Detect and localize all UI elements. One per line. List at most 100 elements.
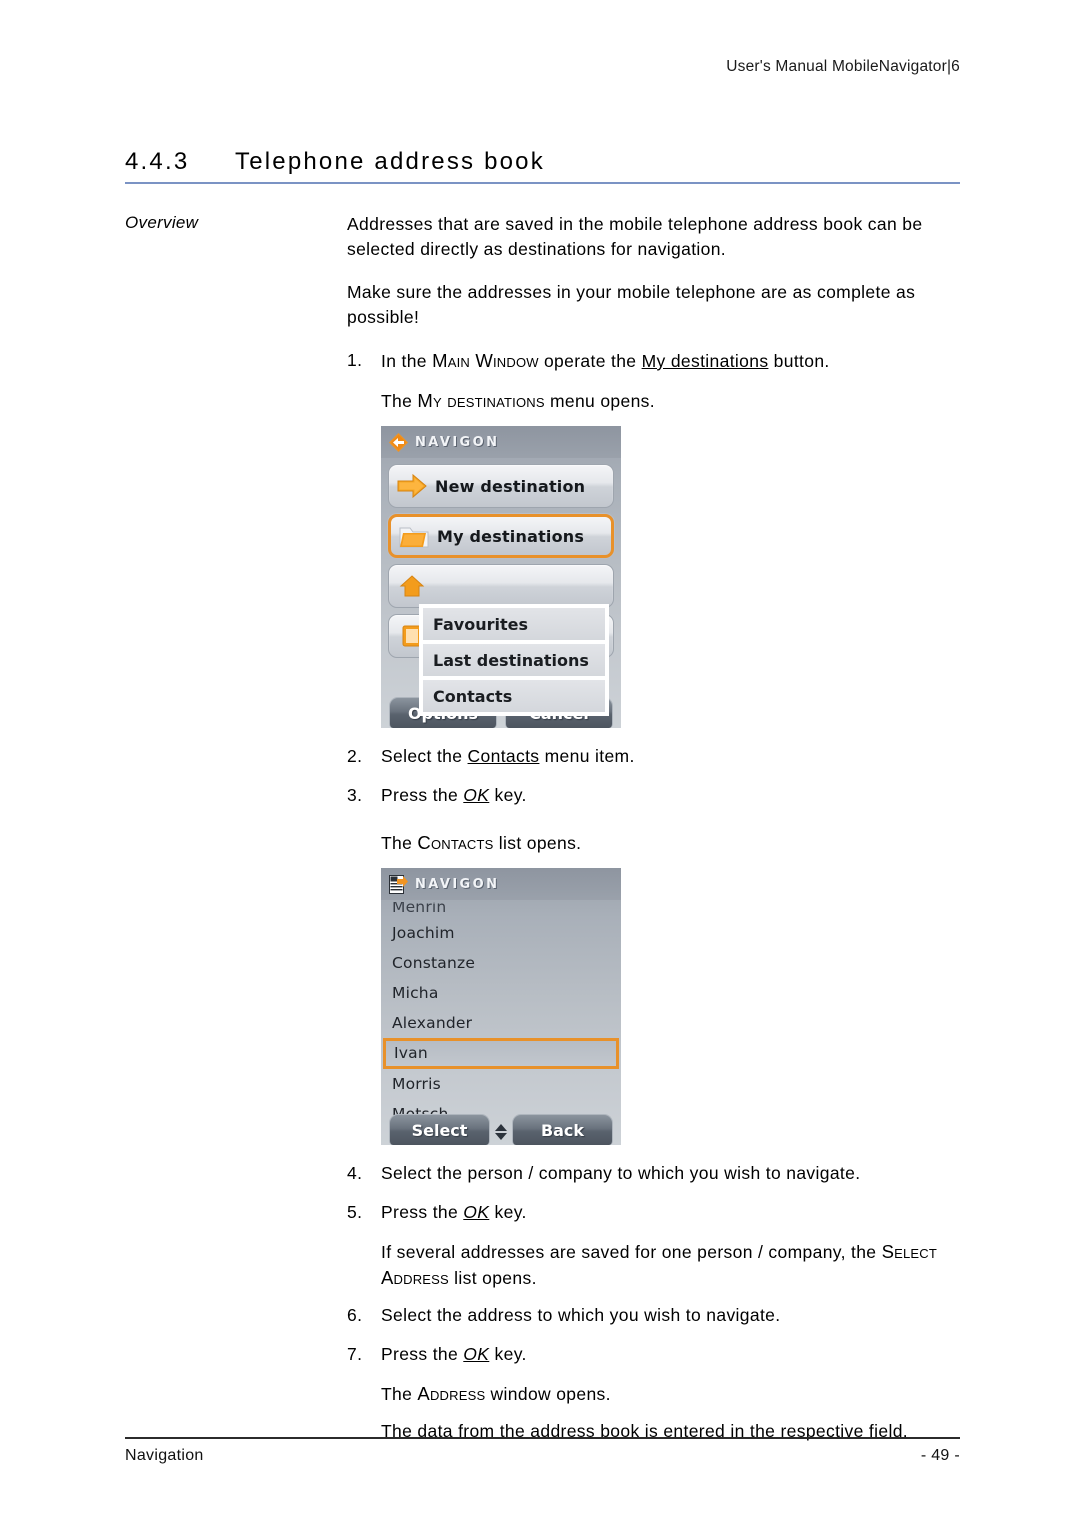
section-heading: 4.4.3 Telephone address book [125, 148, 960, 184]
scroll-up-arrow-icon [495, 1124, 507, 1131]
step-7: 7. Press the OK key. [347, 1342, 960, 1367]
step-2-pre: Select the [381, 746, 468, 766]
section-title: Telephone address book [235, 148, 545, 175]
page-content: Overview Addresses that are saved in the… [125, 212, 960, 1456]
overview-body: Addresses that are saved in the mobile t… [347, 212, 960, 1456]
step-1-post: button. [768, 351, 830, 371]
device-softkey-back[interactable]: Back [512, 1114, 613, 1145]
step-7-result-smallcaps: Address [417, 1383, 486, 1404]
contact-list-item-morris[interactable]: Morris [381, 1069, 621, 1099]
step-1-mid: operate the [538, 351, 642, 371]
device-contacts-softkey-bar: Select Back [381, 1113, 621, 1145]
step-1: 1. In the Main Window operate the My des… [347, 348, 960, 374]
step-7-result-pre: The [381, 1384, 418, 1404]
contact-list-item-clipped[interactable]: Menrin [381, 902, 621, 918]
step-7-key-ok: OK [463, 1344, 490, 1364]
scroll-down-arrow-icon [495, 1133, 507, 1140]
contact-list-item-micha[interactable]: Micha [381, 978, 621, 1008]
device-button-my-destinations[interactable]: My destinations [388, 514, 614, 558]
manual-page: User's Manual MobileNavigator|6 4.4.3 Te… [0, 0, 1080, 1527]
step-3: 3. Press the OK key. [347, 783, 960, 808]
step-6-text: Select the address to which you wish to … [381, 1305, 781, 1325]
step-1-result-smallcaps: My destinations [417, 390, 545, 411]
contact-list-item-alexander[interactable]: Alexander [381, 1008, 621, 1038]
step-1-result: The My destinations menu opens. [381, 388, 960, 414]
step-5-key-ok: OK [463, 1202, 490, 1222]
step-5-number: 5. [347, 1202, 363, 1222]
step-3-result-post: list opens. [493, 833, 582, 853]
updown-arrows-icon[interactable] [494, 1119, 508, 1145]
step-3-number: 3. [347, 785, 363, 805]
step-4-number: 4. [347, 1163, 363, 1183]
device-button-new-destination[interactable]: New destination [388, 464, 614, 508]
navigon-diamond-icon [389, 432, 408, 452]
running-head: User's Manual MobileNavigator|6 [726, 58, 960, 75]
arrow-right-icon [389, 473, 435, 499]
step-1-result-post: menu opens. [544, 391, 655, 411]
step-7-text: Press the OK key. [381, 1342, 960, 1367]
device-submenu-item-contacts[interactable]: Contacts [423, 680, 605, 712]
device-submenu-item-last-destinations[interactable]: Last destinations [423, 644, 605, 676]
device-softkey-select[interactable]: Select [389, 1114, 490, 1145]
device-contacts-list: Menrin Joachim Constanze Micha Alexander… [381, 900, 621, 1129]
step-2-number: 2. [347, 746, 363, 766]
overview-paragraph-1: Addresses that are saved in the mobile t… [347, 214, 923, 259]
step-5: 5. Press the OK key. [347, 1200, 960, 1225]
step-2: 2. Select the Contacts menu item. [347, 744, 960, 769]
device-softkey-select-label: Select [411, 1120, 468, 1140]
step-1-link-my-destinations[interactable]: My destinations [642, 351, 769, 371]
step-5-post: key. [489, 1202, 527, 1222]
footer-page-number: - 49 - [920, 1447, 960, 1464]
contact-list-item-ivan-selected[interactable]: Ivan [383, 1038, 619, 1069]
step-1-pre: In the [381, 351, 433, 371]
device-menu-area: New destination My destinations Favourit… [381, 458, 621, 716]
step-4-text: Select the person / company to which you… [381, 1163, 861, 1183]
contact-list-item-constanze[interactable]: Constanze [381, 948, 621, 978]
step-6-number: 6. [347, 1305, 363, 1325]
step-3-text: Press the OK key. [381, 783, 960, 808]
folder-icon [391, 524, 437, 549]
navigon-wordmark: NAVIGON [415, 434, 500, 450]
step-7-result-post: window opens. [485, 1384, 611, 1404]
footer-chapter: Navigation [125, 1447, 204, 1464]
step-1-text: In the Main Window operate the My destin… [381, 348, 960, 374]
page-footer: Navigation - 49 - [125, 1437, 960, 1465]
overview-paragraph-2: Make sure the addresses in your mobile t… [347, 282, 916, 327]
contact-list-item-joachim[interactable]: Joachim [381, 918, 621, 948]
device-submenu-my-destinations: Favourites Last destinations Contacts [419, 604, 609, 716]
step-2-link-contacts[interactable]: Contacts [468, 746, 540, 766]
overview-row: Overview Addresses that are saved in the… [125, 212, 960, 1456]
step-5-text: Press the OK key. [381, 1200, 960, 1225]
step-3-post: key. [489, 785, 527, 805]
device-screenshot-my-destinations: NAVIGON New destination My destinations … [381, 426, 621, 728]
step-3-result: The Contacts list opens. [381, 830, 960, 856]
step-3-result-smallcaps: Contacts [417, 832, 494, 853]
step-7-pre: Press the [381, 1344, 464, 1364]
step-1-smallcaps-main-window: Main Window [432, 350, 539, 371]
device-button-row-3[interactable] [388, 564, 614, 608]
step-7-post: key. [489, 1344, 527, 1364]
step-1-result-pre: The [381, 391, 418, 411]
step-2-text: Select the Contacts menu item. [381, 744, 960, 769]
device-titlebar: NAVIGON [381, 426, 621, 458]
step-3-pre: Press the [381, 785, 464, 805]
device-button-my-destinations-label: My destinations [437, 526, 585, 546]
section-number: 4.4.3 [125, 148, 190, 175]
step-3-key-ok: OK [463, 785, 490, 805]
step-7-result-1: The Address window opens. [381, 1381, 960, 1407]
device-softkey-back-label: Back [540, 1120, 585, 1140]
step-5-result: If several addresses are saved for one p… [381, 1239, 960, 1291]
step-6: 6. Select the address to which you wish … [347, 1303, 960, 1328]
device-button-new-destination-label: New destination [435, 476, 586, 496]
sim-card-icon [389, 874, 408, 894]
step-1-number: 1. [347, 350, 363, 370]
step-4: 4. Select the person / company to which … [347, 1161, 960, 1186]
home-icon [389, 574, 435, 598]
step-5-result-post: list opens. [448, 1268, 537, 1288]
step-3-result-pre: The [381, 833, 418, 853]
device-contacts-titlebar: NAVIGON [381, 868, 621, 900]
device-submenu-item-favourites[interactable]: Favourites [423, 608, 605, 640]
margin-note-overview: Overview [125, 213, 199, 232]
step-7-number: 7. [347, 1344, 363, 1364]
step-5-pre: Press the [381, 1202, 464, 1222]
